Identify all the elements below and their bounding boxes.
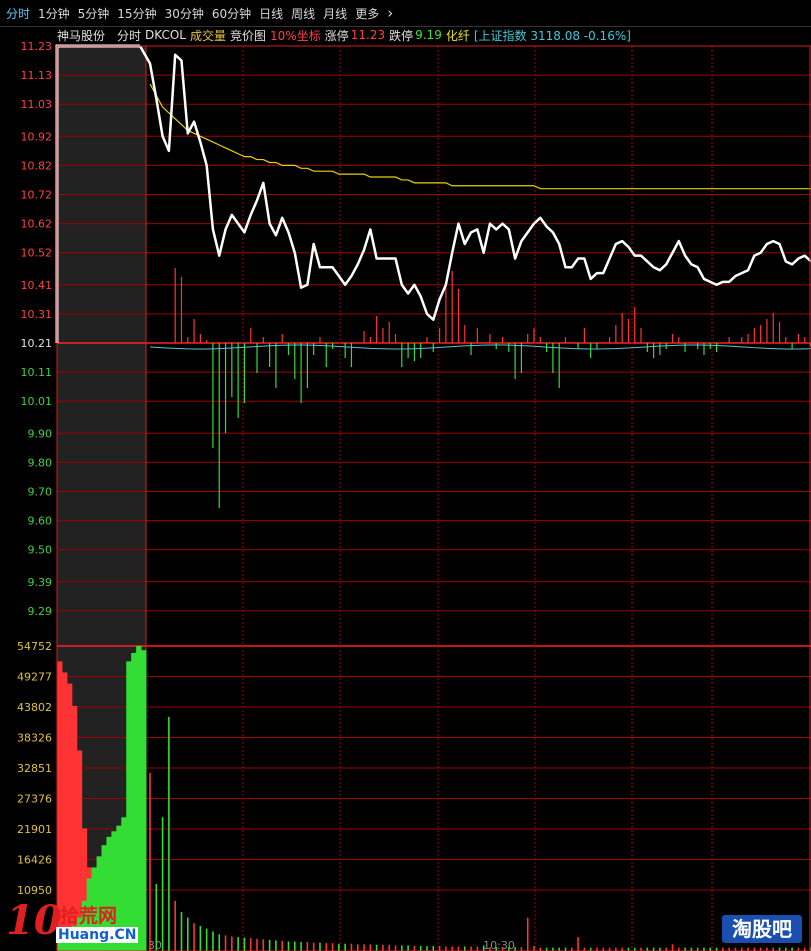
period-tab-4[interactable]: 30分钟	[165, 5, 204, 22]
intraday-chart[interactable]: 11.23 11.13 11.03 10.92 10.82 10.72 10.62 10.52…	[0, 26, 811, 951]
volume-tick-label: 21901	[17, 823, 52, 836]
time-tick-label: 10:30	[483, 939, 515, 951]
price-tick-label: 9.80	[28, 456, 53, 469]
price-tick-label: 10.62	[21, 218, 53, 231]
period-tab-2[interactable]: 5分钟	[78, 5, 110, 22]
price-tick-label: 10.41	[21, 279, 53, 292]
volume-tick-label: 49277	[17, 670, 52, 683]
period-tab-7[interactable]: 周线	[291, 5, 315, 22]
price-tick-label: 11.03	[21, 98, 53, 111]
period-tab-3[interactable]: 15分钟	[117, 5, 156, 22]
watermark-domain: Huang.CN	[56, 927, 139, 943]
volume-tick-label: 32851	[17, 762, 52, 775]
period-tab-8[interactable]: 月线	[323, 5, 347, 22]
price-tick-label: 9.39	[28, 576, 53, 589]
period-tab-0[interactable]: 分时	[6, 5, 30, 22]
watermark-number: 10	[6, 897, 62, 944]
site-watermark: 10 拾荒网 Huang.CN	[4, 897, 139, 949]
volume-tick-label: 27376	[17, 793, 52, 806]
price-tick-label: 9.90	[28, 427, 53, 440]
taoguba-watermark: 淘股吧	[722, 915, 802, 943]
period-toolbar: 分时 1分钟 5分钟 15分钟 30分钟 60分钟 日线 周线 月线 更多 ›	[0, 0, 811, 27]
watermark-text: 拾荒网	[60, 905, 118, 927]
period-tab-1[interactable]: 1分钟	[38, 5, 70, 22]
price-tick-label: 9.50	[28, 544, 53, 557]
price-tick-label: 10.11	[21, 366, 53, 379]
price-tick-label: 10.01	[21, 395, 53, 408]
auction-green-bar	[141, 650, 147, 951]
volume-tick-label: 54752	[17, 640, 52, 653]
price-line	[138, 45, 811, 321]
volume-tick-label: 38326	[17, 732, 52, 745]
price-tick-label: 10.21	[21, 337, 53, 350]
chart-border	[56, 45, 811, 951]
price-tick-label: 11.13	[21, 69, 53, 82]
volume-tick-label: 10950	[17, 884, 52, 897]
price-tick-label: 9.70	[28, 486, 53, 499]
price-tick-label: 10.52	[21, 247, 53, 260]
period-tab-6[interactable]: 日线	[259, 5, 283, 22]
price-tick-label: 10.92	[21, 130, 53, 143]
price-tick-label: 9.60	[28, 515, 53, 528]
price-tick-label: 9.29	[28, 605, 53, 618]
period-tab-9[interactable]: 更多	[355, 5, 379, 22]
auction-green-bar	[136, 646, 142, 951]
volume-tick-label: 43802	[17, 701, 52, 714]
chevron-right-icon[interactable]: ›	[387, 4, 393, 22]
volume-tick-label: 16426	[17, 853, 52, 866]
period-tab-5[interactable]: 60分钟	[212, 5, 251, 22]
price-tick-label: 10.82	[21, 159, 53, 172]
price-tick-label: 11.23	[21, 40, 53, 53]
price-tick-label: 10.72	[21, 189, 53, 202]
price-tick-label: 10.31	[21, 308, 53, 321]
